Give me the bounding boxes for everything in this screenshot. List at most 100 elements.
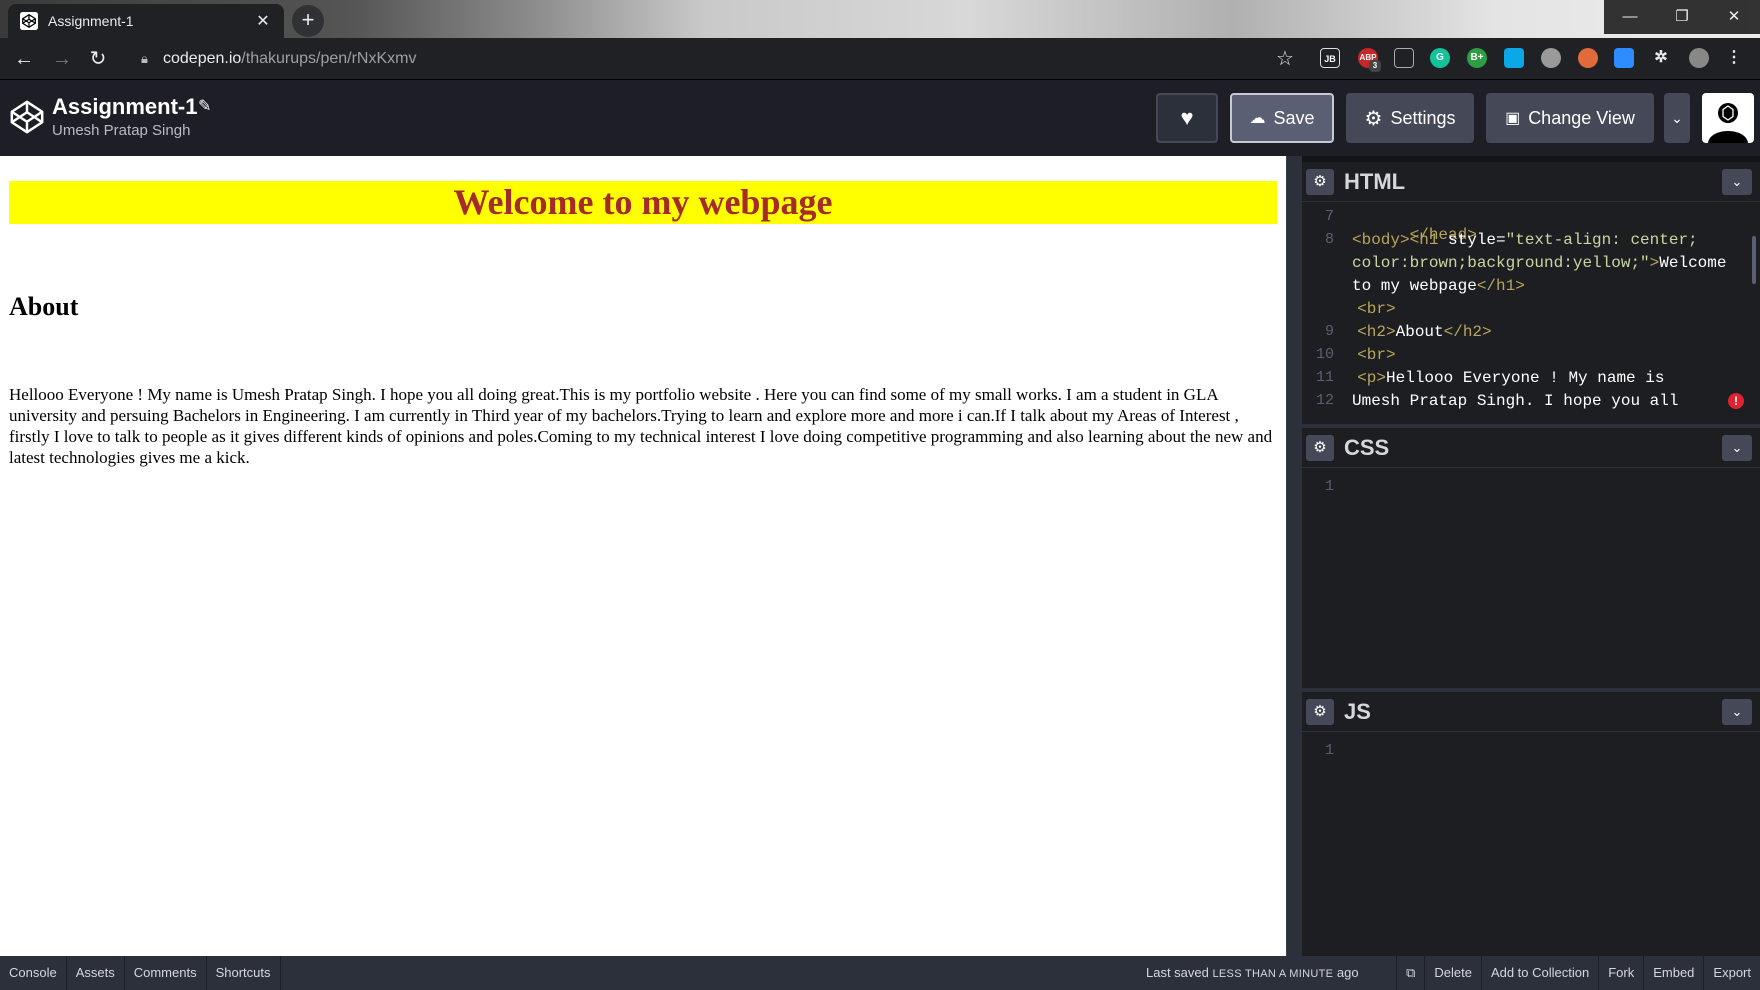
codepen-footer: Console Assets Comments Shortcuts Last s… bbox=[0, 956, 1760, 990]
close-window-icon[interactable]: ✕ bbox=[1708, 0, 1760, 34]
line-number: 9 bbox=[1324, 323, 1334, 340]
heart-icon: ♥ bbox=[1180, 105, 1194, 130]
line-number: 11 bbox=[1315, 369, 1334, 386]
cloud-icon: ☁ bbox=[1249, 110, 1266, 127]
grammarly-extension-icon[interactable]: G bbox=[1430, 48, 1450, 68]
browser-menu-icon[interactable]: ⋮ bbox=[1724, 48, 1744, 68]
bookmark-star-icon[interactable]: ☆ bbox=[1271, 45, 1299, 73]
chevron-down-icon: ⌄ bbox=[1671, 109, 1683, 126]
code-line: <br> bbox=[1338, 346, 1396, 364]
shortcuts-button[interactable]: Shortcuts bbox=[207, 956, 281, 990]
codepen-favicon-icon bbox=[20, 12, 38, 30]
export-button[interactable]: Export bbox=[1703, 956, 1760, 990]
change-view-label: Change View bbox=[1528, 107, 1635, 128]
pen-author[interactable]: Umesh Pratap Singh bbox=[52, 122, 190, 139]
browser-tab-strip: Assignment-1 ✕ + — ❐ ✕ bbox=[0, 0, 1760, 38]
js-settings-gear-icon[interactable]: ⚙ bbox=[1306, 698, 1334, 725]
adblock-badge: 3 bbox=[1369, 60, 1381, 72]
css-editor-title: CSS bbox=[1344, 434, 1390, 460]
css-editor-header: ⚙ CSS ⌄ bbox=[1302, 428, 1760, 468]
code-line: <body><h1 style="text-align: center; bbox=[1352, 231, 1698, 249]
office-extension-icon[interactable] bbox=[1394, 48, 1414, 68]
preview-pane: Welcome to my webpage About Hellooo Ever… bbox=[0, 156, 1286, 956]
code-line: <h2>About</h2> bbox=[1338, 323, 1492, 341]
b-plus-extension-icon[interactable]: B+ bbox=[1467, 48, 1487, 68]
code-line: Umesh Pratap Singh. I hope you all bbox=[1352, 392, 1679, 410]
js-collapse-chevron-icon[interactable]: ⌄ bbox=[1722, 698, 1752, 725]
line-number: 1 bbox=[1324, 742, 1334, 759]
love-button[interactable]: ♥ bbox=[1156, 93, 1218, 143]
pen-title[interactable]: Assignment-1 bbox=[52, 94, 197, 120]
html-editor: ⚙ HTML ⌄ 7 8 9 10 11 12 </head> <body><h… bbox=[1302, 162, 1760, 424]
change-view-button[interactable]: ▣ Change View bbox=[1486, 93, 1654, 143]
delete-button[interactable]: Delete bbox=[1424, 956, 1481, 990]
js-code-area[interactable]: 1 bbox=[1302, 732, 1760, 956]
jetbrains-extension-icon[interactable]: JB bbox=[1320, 48, 1340, 68]
gear-icon: ⚙ bbox=[1364, 107, 1383, 130]
last-saved-status: Last saved less than a minute ago bbox=[1146, 965, 1359, 980]
zoom-extension-icon[interactable] bbox=[1614, 48, 1634, 68]
open-external-icon[interactable]: ⧉ bbox=[1396, 956, 1424, 990]
line-number: 8 bbox=[1324, 231, 1334, 248]
edit-pencil-icon[interactable]: ✎ bbox=[198, 96, 211, 116]
url-path: /thakurups/pen/rNxKxmv bbox=[241, 50, 417, 67]
settings-button[interactable]: ⚙ Settings bbox=[1346, 93, 1474, 143]
line-number: 1 bbox=[1324, 478, 1334, 495]
profile-avatar[interactable] bbox=[1689, 48, 1709, 68]
change-view-icon: ▣ bbox=[1505, 110, 1521, 127]
preview-paragraph: Hellooo Everyone ! My name is Umesh Prat… bbox=[9, 385, 1273, 467]
storage-extension-icon[interactable] bbox=[1541, 48, 1561, 68]
code-line: color:brown;background:yellow;">Welcome bbox=[1352, 254, 1727, 272]
browser-tab-title: Assignment-1 bbox=[48, 13, 134, 29]
preview-subheading: About bbox=[9, 292, 79, 321]
footer-actions: ⧉ Delete Add to Collection Fork Embed Ex… bbox=[1396, 956, 1760, 990]
browser-tab-assignment[interactable]: Assignment-1 ✕ bbox=[8, 4, 284, 38]
reload-icon[interactable]: ↻ bbox=[84, 45, 112, 73]
assets-button[interactable]: Assets bbox=[67, 956, 125, 990]
minimize-window-icon[interactable]: — bbox=[1604, 0, 1656, 34]
html-settings-gear-icon[interactable]: ⚙ bbox=[1306, 168, 1334, 195]
tab-close-icon[interactable]: ✕ bbox=[254, 11, 272, 31]
forward-arrow-icon[interactable]: → bbox=[48, 45, 76, 73]
html-collapse-chevron-icon[interactable]: ⌄ bbox=[1722, 168, 1752, 195]
css-code-area[interactable]: 1 bbox=[1302, 468, 1760, 688]
pane-resize-handle[interactable] bbox=[1286, 156, 1302, 956]
eyes-extension-icon[interactable] bbox=[1578, 48, 1598, 68]
extensions-puzzle-icon[interactable]: ✲ bbox=[1651, 48, 1671, 68]
fork-button[interactable]: Fork bbox=[1598, 956, 1643, 990]
html-editor-header: ⚙ HTML ⌄ bbox=[1302, 162, 1760, 202]
css-collapse-chevron-icon[interactable]: ⌄ bbox=[1722, 434, 1752, 461]
html-editor-scrollbar[interactable] bbox=[1752, 236, 1756, 284]
code-line: <p>Hellooo Everyone ! My name is bbox=[1338, 369, 1665, 387]
embed-button[interactable]: Embed bbox=[1643, 956, 1703, 990]
url-host: codepen.io bbox=[163, 50, 242, 67]
codepen-header: Assignment-1 ✎ Umesh Pratap Singh ♥ ☁ Sa… bbox=[0, 80, 1760, 156]
js-editor: ⚙ JS ⌄ 1 bbox=[1302, 692, 1760, 956]
change-view-dropdown[interactable]: ⌄ bbox=[1664, 93, 1690, 143]
codepen-logo-icon[interactable] bbox=[8, 98, 46, 136]
js-editor-title: JS bbox=[1344, 698, 1371, 724]
error-indicator-icon[interactable]: ! bbox=[1728, 393, 1744, 409]
line-number: 10 bbox=[1315, 346, 1334, 363]
preview-heading: Welcome to my webpage bbox=[9, 181, 1277, 224]
address-bar[interactable]: 🔒︎ codepen.io/thakurups/pen/rNxKxmv bbox=[133, 42, 1273, 76]
browser-toolbar: ← → ↻ 🔒︎ codepen.io/thakurups/pen/rNxKxm… bbox=[0, 38, 1760, 80]
css-settings-gear-icon[interactable]: ⚙ bbox=[1306, 434, 1334, 461]
code-line: to my webpage</h1> bbox=[1352, 277, 1525, 295]
screenshot-extension-icon[interactable] bbox=[1504, 48, 1524, 68]
save-button[interactable]: ☁ Save bbox=[1230, 93, 1334, 143]
js-editor-header: ⚙ JS ⌄ bbox=[1302, 692, 1760, 732]
restore-window-icon[interactable]: ❐ bbox=[1656, 0, 1708, 34]
line-number: 12 bbox=[1315, 392, 1334, 409]
add-to-collection-button[interactable]: Add to Collection bbox=[1480, 956, 1598, 990]
comments-button[interactable]: Comments bbox=[125, 956, 207, 990]
back-arrow-icon[interactable]: ← bbox=[10, 45, 38, 73]
lock-icon: 🔒︎ bbox=[141, 51, 148, 66]
console-button[interactable]: Console bbox=[0, 956, 67, 990]
code-line: <br> bbox=[1338, 300, 1396, 318]
settings-label: Settings bbox=[1390, 107, 1456, 128]
css-editor: ⚙ CSS ⌄ 1 bbox=[1302, 428, 1760, 688]
html-editor-title: HTML bbox=[1344, 168, 1406, 194]
new-tab-button[interactable]: + bbox=[292, 5, 324, 37]
user-avatar[interactable] bbox=[1702, 93, 1754, 143]
